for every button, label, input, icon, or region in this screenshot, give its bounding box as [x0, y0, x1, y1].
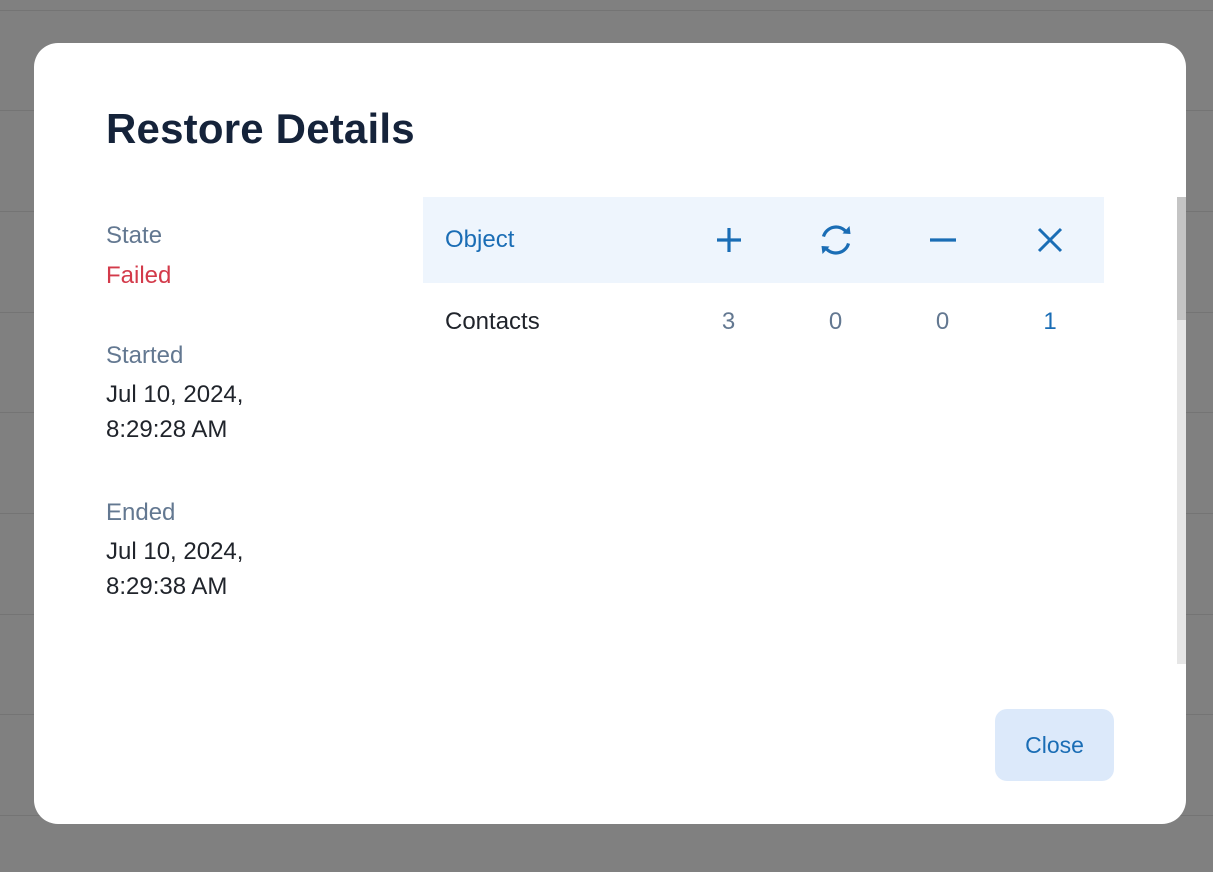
plus-icon	[675, 226, 782, 254]
removed-count: 0	[935, 308, 950, 335]
state-value: Failed	[106, 262, 172, 289]
failed-count[interactable]: 1	[996, 308, 1104, 336]
background-row-divider	[0, 10, 1213, 11]
scrollbar-thumb[interactable]	[1177, 197, 1186, 320]
table-header: Object	[423, 197, 1104, 283]
added-count: 3	[721, 308, 736, 335]
sync-icon	[782, 220, 889, 260]
ended-label: Ended	[106, 499, 176, 526]
updated-count: 0	[828, 308, 843, 335]
restore-details-dialog: Restore Details State Failed Started Jul…	[34, 43, 1186, 824]
minus-icon	[889, 226, 996, 254]
started-label: Started	[106, 342, 184, 369]
ended-time: 8:29:38 AM	[106, 573, 228, 600]
ended-field: Ended Jul 10, 2024, 8:29:38 AM	[106, 498, 336, 604]
close-button[interactable]: Close	[995, 709, 1114, 781]
started-value: Jul 10, 2024, 8:29:28 AM	[106, 377, 336, 447]
table-row: Contacts 3 0 0 1	[423, 283, 1104, 361]
object-name: Contacts	[445, 308, 540, 335]
state-field: State Failed	[106, 221, 336, 291]
dialog-title: Restore Details	[106, 105, 415, 152]
ended-value: Jul 10, 2024, 8:29:38 AM	[106, 534, 336, 604]
state-label: State	[106, 222, 163, 249]
started-date: Jul 10, 2024,	[106, 381, 244, 408]
restore-results-table: Object Contacts 3 0 0 1	[423, 197, 1104, 361]
started-time: 8:29:28 AM	[106, 416, 228, 443]
close-x-icon	[996, 226, 1104, 254]
started-field: Started Jul 10, 2024, 8:29:28 AM	[106, 341, 336, 447]
ended-date: Jul 10, 2024,	[106, 538, 244, 565]
column-header-object[interactable]: Object	[423, 226, 675, 254]
